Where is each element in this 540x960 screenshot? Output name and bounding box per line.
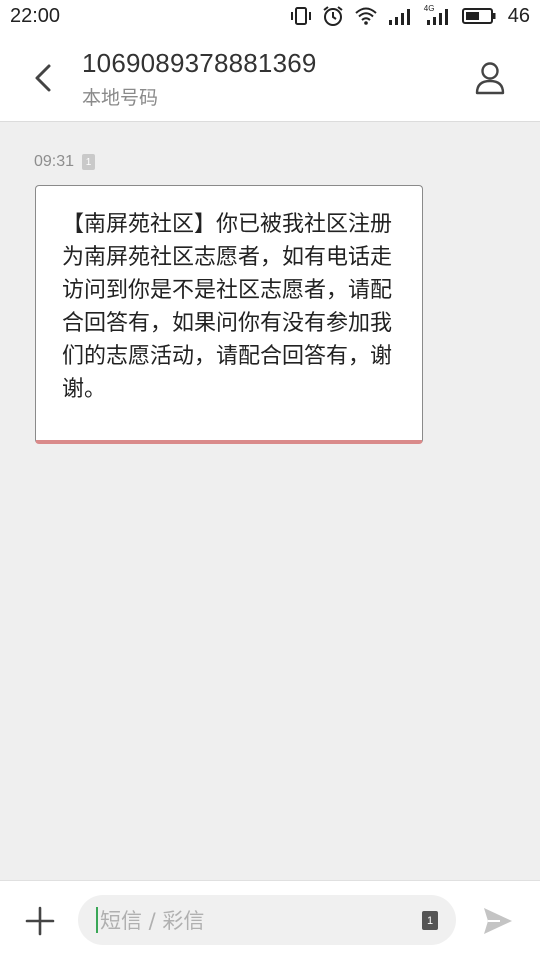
- message-text: 【南屏苑社区】你已被我社区注册为南屏苑社区志愿者，如有电话走访问到你是不是社区志…: [62, 212, 393, 402]
- add-attachment-button[interactable]: [22, 903, 58, 939]
- contact-location: 本地号码: [82, 87, 159, 109]
- wifi-icon: [354, 6, 378, 26]
- title-block: 1069089378881369 本地号码: [82, 48, 317, 110]
- person-icon: [475, 62, 505, 95]
- send-icon: [484, 908, 512, 934]
- composer-bar: 短信 / 彩信 1: [0, 880, 540, 960]
- vibrate-icon: [290, 6, 312, 26]
- battery-icon: [461, 7, 496, 25]
- battery-level: 46: [507, 4, 530, 27]
- message-list[interactable]: 09:31 1 【南屏苑社区】你已被我社区注册为南屏苑社区志愿者，如有电话走访问…: [0, 123, 540, 880]
- message-time: 09:31: [34, 153, 75, 170]
- message-input[interactable]: 短信 / 彩信 1: [78, 895, 456, 945]
- signal-4g-icon: 4G: [424, 4, 452, 26]
- back-arrow-icon: [35, 64, 51, 92]
- contact-number: 1069089378881369: [82, 48, 317, 78]
- message-input-placeholder: 短信 / 彩信: [100, 909, 205, 933]
- status-time: 22:00: [10, 4, 61, 27]
- contact-button[interactable]: [470, 58, 510, 98]
- signal-icon: [388, 6, 414, 26]
- send-button[interactable]: [480, 903, 516, 939]
- message-meta: 09:31 1: [34, 153, 96, 171]
- text-cursor: [96, 907, 98, 933]
- sim-select-icon[interactable]: 1: [422, 911, 438, 930]
- alarm-icon: [322, 5, 344, 27]
- back-button[interactable]: [26, 58, 60, 98]
- screen: 22:00 4G 46 1069089378881369 本地号码 09:31 …: [0, 0, 540, 960]
- status-bar: 22:00 4G 46: [0, 0, 540, 32]
- status-icons: 4G 46: [290, 4, 530, 28]
- sim-card-icon: 1: [82, 154, 96, 170]
- plus-icon: [25, 906, 55, 936]
- conversation-header: 1069089378881369 本地号码: [0, 32, 540, 122]
- message-bubble[interactable]: 【南屏苑社区】你已被我社区注册为南屏苑社区志愿者，如有电话走访问到你是不是社区志…: [35, 185, 423, 444]
